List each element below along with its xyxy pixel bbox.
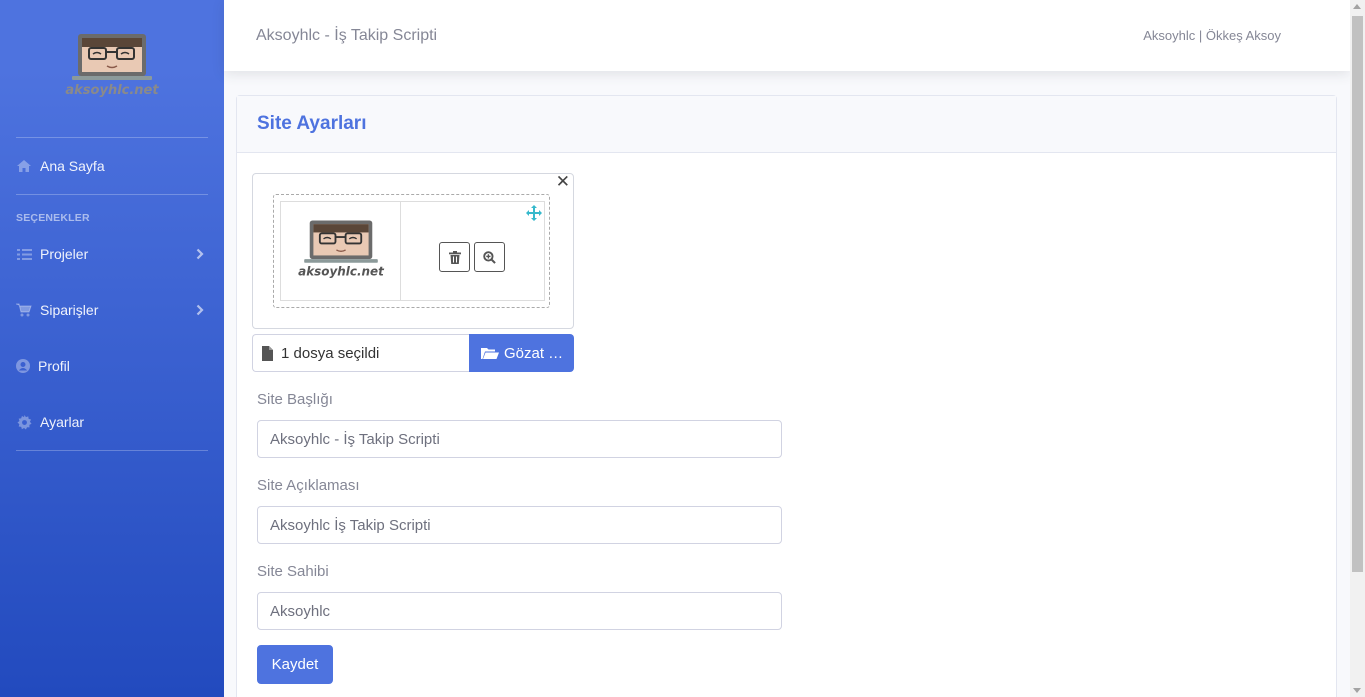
sidebar-divider — [16, 137, 208, 138]
scrollbar-thumb[interactable] — [1352, 16, 1363, 572]
file-icon — [262, 345, 273, 361]
user-circle-icon — [16, 358, 30, 374]
folder-open-icon — [481, 347, 499, 360]
site-owner-label: Site Sahibi — [257, 563, 329, 580]
zoom-in-icon — [483, 250, 496, 264]
file-caption-text: 1 dosya seçildi — [281, 344, 380, 362]
home-icon — [16, 158, 32, 174]
laptop-face-logo: aksoyhlc.net — [65, 34, 159, 98]
sidebar-item-siparisler[interactable]: Siparişler — [0, 290, 224, 330]
topbar: Aksoyhlc - İş Takip Scripti Aksoyhlc | Ö… — [224, 0, 1350, 71]
sidebar-item-ayarlar[interactable]: Ayarlar — [0, 402, 224, 442]
sidebar-item-profil[interactable]: Profil — [0, 346, 224, 386]
site-title-input[interactable] — [257, 420, 782, 458]
sidebar-item-label: Projeler — [40, 246, 89, 262]
site-description-input[interactable] — [257, 506, 782, 544]
sidebar-divider — [16, 450, 208, 451]
scroll-down-icon[interactable] — [1353, 688, 1361, 693]
page-scrollbar[interactable] — [1350, 0, 1365, 697]
browse-button-label: Gözat … — [504, 344, 564, 362]
close-icon[interactable]: ✕ — [556, 173, 570, 190]
user-menu[interactable]: Aksoyhlc | Ökkeş Aksoy — [1143, 28, 1281, 43]
sidebar-item-label: Ana Sayfa — [40, 158, 105, 174]
site-owner-input[interactable] — [257, 592, 782, 630]
chevron-right-icon — [196, 247, 204, 263]
delete-file-button[interactable] — [439, 242, 470, 272]
sidebar: aksoyhlc.net Ana Sayfa SEÇENEKLER Projel… — [0, 0, 224, 697]
browse-button[interactable]: Gözat … — [469, 334, 574, 372]
sidebar-item-label: Profil — [38, 358, 70, 374]
sidebar-item-ana-sayfa[interactable]: Ana Sayfa — [0, 146, 224, 186]
sidebar-item-projeler[interactable]: Projeler — [0, 234, 224, 274]
sidebar-item-label: Siparişler — [40, 302, 99, 318]
file-preview-frame: aksoyhlc.net — [273, 194, 550, 308]
chevron-right-icon — [196, 303, 204, 319]
save-button[interactable]: Kaydet — [257, 645, 333, 684]
card-header: Site Ayarları — [237, 96, 1336, 153]
brand-logo[interactable]: aksoyhlc.net — [0, 0, 224, 130]
svg-text:aksoyhlc.net: aksoyhlc.net — [65, 83, 159, 98]
site-title-label: Site Başlığı — [257, 391, 333, 408]
page-title: Site Ayarları — [257, 113, 367, 134]
sidebar-divider — [16, 194, 208, 195]
file-preview: ✕ aksoyhlc.net — [252, 173, 574, 329]
sidebar-item-label: Ayarlar — [40, 414, 85, 430]
sidebar-heading: SEÇENEKLER — [16, 212, 90, 224]
laptop-face-logo: aksoyhlc.net — [298, 220, 385, 279]
site-description-label: Site Açıklaması — [257, 477, 360, 494]
move-icon[interactable] — [526, 205, 542, 226]
tasks-icon — [16, 246, 32, 262]
cart-icon — [16, 302, 32, 318]
gear-icon — [16, 414, 32, 430]
svg-text:aksoyhlc.net: aksoyhlc.net — [298, 265, 385, 279]
zoom-file-button[interactable] — [474, 242, 505, 272]
topbar-title: Aksoyhlc - İş Takip Scripti — [256, 27, 438, 44]
file-preview-item: aksoyhlc.net — [280, 201, 545, 301]
trash-icon — [448, 250, 461, 264]
file-thumbnail: aksoyhlc.net — [281, 202, 401, 300]
file-caption[interactable]: 1 dosya seçildi — [252, 334, 470, 372]
scroll-up-icon[interactable] — [1353, 4, 1361, 9]
